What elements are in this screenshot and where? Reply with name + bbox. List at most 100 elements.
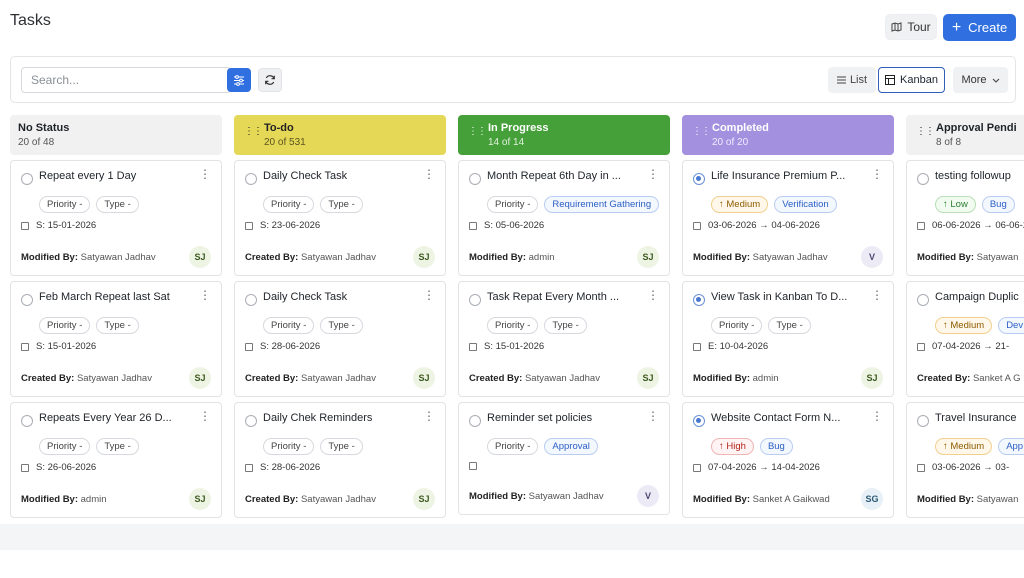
task-card[interactable]: Daily Check Task ⋮ Priority - Type - S: 23-0… (234, 160, 446, 276)
type-tag[interactable]: App (998, 438, 1024, 455)
radio-icon[interactable] (245, 173, 257, 185)
task-card[interactable]: testing followup ↑ Low Bug 06-06-2026 → 06-… (906, 160, 1024, 276)
more-vertical-icon[interactable]: ⋮ (199, 410, 211, 422)
radio-icon[interactable] (245, 415, 257, 427)
radio-icon[interactable] (469, 173, 481, 185)
priority-tag[interactable]: Priority - (39, 196, 91, 213)
more-vertical-icon[interactable]: ⋮ (423, 289, 435, 301)
column-header[interactable]: ⋮⋮ Completed 20 of 20 (682, 115, 894, 155)
priority-tag[interactable]: Priority - (263, 196, 315, 213)
task-title[interactable]: Daily Chek Reminders (263, 412, 423, 424)
task-card[interactable]: Website Contact Form N... ⋮ ↑ High Bug 07-04… (682, 402, 894, 518)
priority-tag[interactable]: Priority - (263, 317, 315, 334)
avatar[interactable]: SJ (637, 246, 659, 268)
task-title[interactable]: Daily Check Task (263, 291, 423, 303)
task-title[interactable]: Life Insurance Premium P... (711, 170, 871, 182)
task-title[interactable]: Travel Insurance (935, 412, 1024, 424)
column-header[interactable]: ⋮⋮ To-do 20 of 531 (234, 115, 446, 155)
task-title[interactable]: Month Repeat 6th Day in ... (487, 170, 647, 182)
radio-checked-icon[interactable] (693, 415, 705, 427)
radio-icon[interactable] (469, 294, 481, 306)
task-title[interactable]: Daily Check Task (263, 170, 423, 182)
radio-icon[interactable] (917, 415, 929, 427)
radio-icon[interactable] (21, 415, 33, 427)
task-card[interactable]: Daily Chek Reminders ⋮ Priority - Type - S: … (234, 402, 446, 518)
type-tag[interactable]: Type - (96, 438, 139, 455)
task-title[interactable]: Website Contact Form N... (711, 412, 871, 424)
avatar[interactable]: SJ (637, 367, 659, 389)
priority-tag[interactable]: ↑ Low (935, 196, 976, 213)
type-tag[interactable]: Requirement Gathering (544, 196, 660, 213)
radio-icon[interactable] (21, 173, 33, 185)
task-card[interactable]: Life Insurance Premium P... ⋮ ↑ Medium Veri… (682, 160, 894, 276)
priority-tag[interactable]: Priority - (39, 438, 91, 455)
radio-checked-icon[interactable] (693, 294, 705, 306)
priority-tag[interactable]: Priority - (487, 438, 539, 455)
priority-tag[interactable]: Priority - (487, 196, 539, 213)
task-card[interactable]: Reminder set policies ⋮ Priority - Approval… (458, 402, 670, 515)
priority-tag[interactable]: Priority - (711, 317, 763, 334)
task-card[interactable]: Travel Insurance ↑ Medium App 03-06-2026 → … (906, 402, 1024, 518)
more-vertical-icon[interactable]: ⋮ (423, 410, 435, 422)
task-card[interactable]: Feb March Repeat last Sat ⋮ Priority - Type… (10, 281, 222, 397)
avatar[interactable]: V (861, 246, 883, 268)
task-title[interactable]: Reminder set policies (487, 412, 647, 424)
more-vertical-icon[interactable]: ⋮ (871, 410, 883, 422)
radio-checked-icon[interactable] (693, 173, 705, 185)
task-title[interactable]: Task Repat Every Month ... (487, 291, 647, 303)
task-title[interactable]: Repeat every 1 Day (39, 170, 199, 182)
radio-icon[interactable] (21, 294, 33, 306)
task-title[interactable]: testing followup (935, 170, 1024, 182)
avatar[interactable]: SJ (189, 488, 211, 510)
tour-button[interactable]: Tour (885, 14, 937, 40)
avatar[interactable]: SJ (413, 246, 435, 268)
priority-tag[interactable]: Priority - (487, 317, 539, 334)
type-tag[interactable]: Type - (320, 438, 363, 455)
avatar[interactable]: SJ (861, 367, 883, 389)
type-tag[interactable]: Type - (96, 196, 139, 213)
drag-handle-icon[interactable]: ⋮⋮ (468, 127, 487, 137)
task-title[interactable]: Repeats Every Year 26 D... (39, 412, 199, 424)
avatar[interactable]: SG (861, 488, 883, 510)
type-tag[interactable]: Type - (768, 317, 811, 334)
priority-tag[interactable]: ↑ Medium (935, 317, 993, 334)
task-card[interactable]: Repeat every 1 Day ⋮ Priority - Type - S: 15… (10, 160, 222, 276)
avatar[interactable]: SJ (189, 246, 211, 268)
more-vertical-icon[interactable]: ⋮ (199, 168, 211, 180)
radio-icon[interactable] (245, 294, 257, 306)
type-tag[interactable]: Verification (774, 196, 837, 213)
more-vertical-icon[interactable]: ⋮ (647, 289, 659, 301)
priority-tag[interactable]: Priority - (39, 317, 91, 334)
radio-icon[interactable] (469, 415, 481, 427)
type-tag[interactable]: Type - (320, 317, 363, 334)
priority-tag[interactable]: ↑ Medium (711, 196, 769, 213)
avatar[interactable]: V (637, 485, 659, 507)
more-vertical-icon[interactable]: ⋮ (871, 168, 883, 180)
more-vertical-icon[interactable]: ⋮ (423, 168, 435, 180)
more-vertical-icon[interactable]: ⋮ (199, 289, 211, 301)
search-input[interactable] (21, 67, 231, 93)
more-button[interactable]: More (953, 67, 1008, 93)
column-header[interactable]: ⋮⋮ In Progress 14 of 14 (458, 115, 670, 155)
refresh-button[interactable] (258, 68, 282, 92)
column-header[interactable]: No Status 20 of 48 (10, 115, 222, 155)
priority-tag[interactable]: ↑ High (711, 438, 754, 455)
view-kanban-button[interactable]: Kanban (878, 67, 945, 93)
more-vertical-icon[interactable]: ⋮ (647, 168, 659, 180)
avatar[interactable]: SJ (189, 367, 211, 389)
priority-tag[interactable]: ↑ Medium (935, 438, 993, 455)
filter-button[interactable] (227, 68, 251, 92)
task-title[interactable]: View Task in Kanban To D... (711, 291, 871, 303)
avatar[interactable]: SJ (413, 488, 435, 510)
priority-tag[interactable]: Priority - (263, 438, 315, 455)
more-vertical-icon[interactable]: ⋮ (647, 410, 659, 422)
radio-icon[interactable] (917, 173, 929, 185)
task-card[interactable]: Month Repeat 6th Day in ... ⋮ Priority - Re… (458, 160, 670, 276)
type-tag[interactable]: Type - (544, 317, 587, 334)
view-list-button[interactable]: List (828, 67, 876, 93)
task-card[interactable]: View Task in Kanban To D... ⋮ Priority - Ty… (682, 281, 894, 397)
task-title[interactable]: Campaign Duplic (935, 291, 1024, 303)
radio-icon[interactable] (917, 294, 929, 306)
create-button[interactable]: + Create (943, 14, 1016, 41)
type-tag[interactable]: Dev (998, 317, 1024, 334)
